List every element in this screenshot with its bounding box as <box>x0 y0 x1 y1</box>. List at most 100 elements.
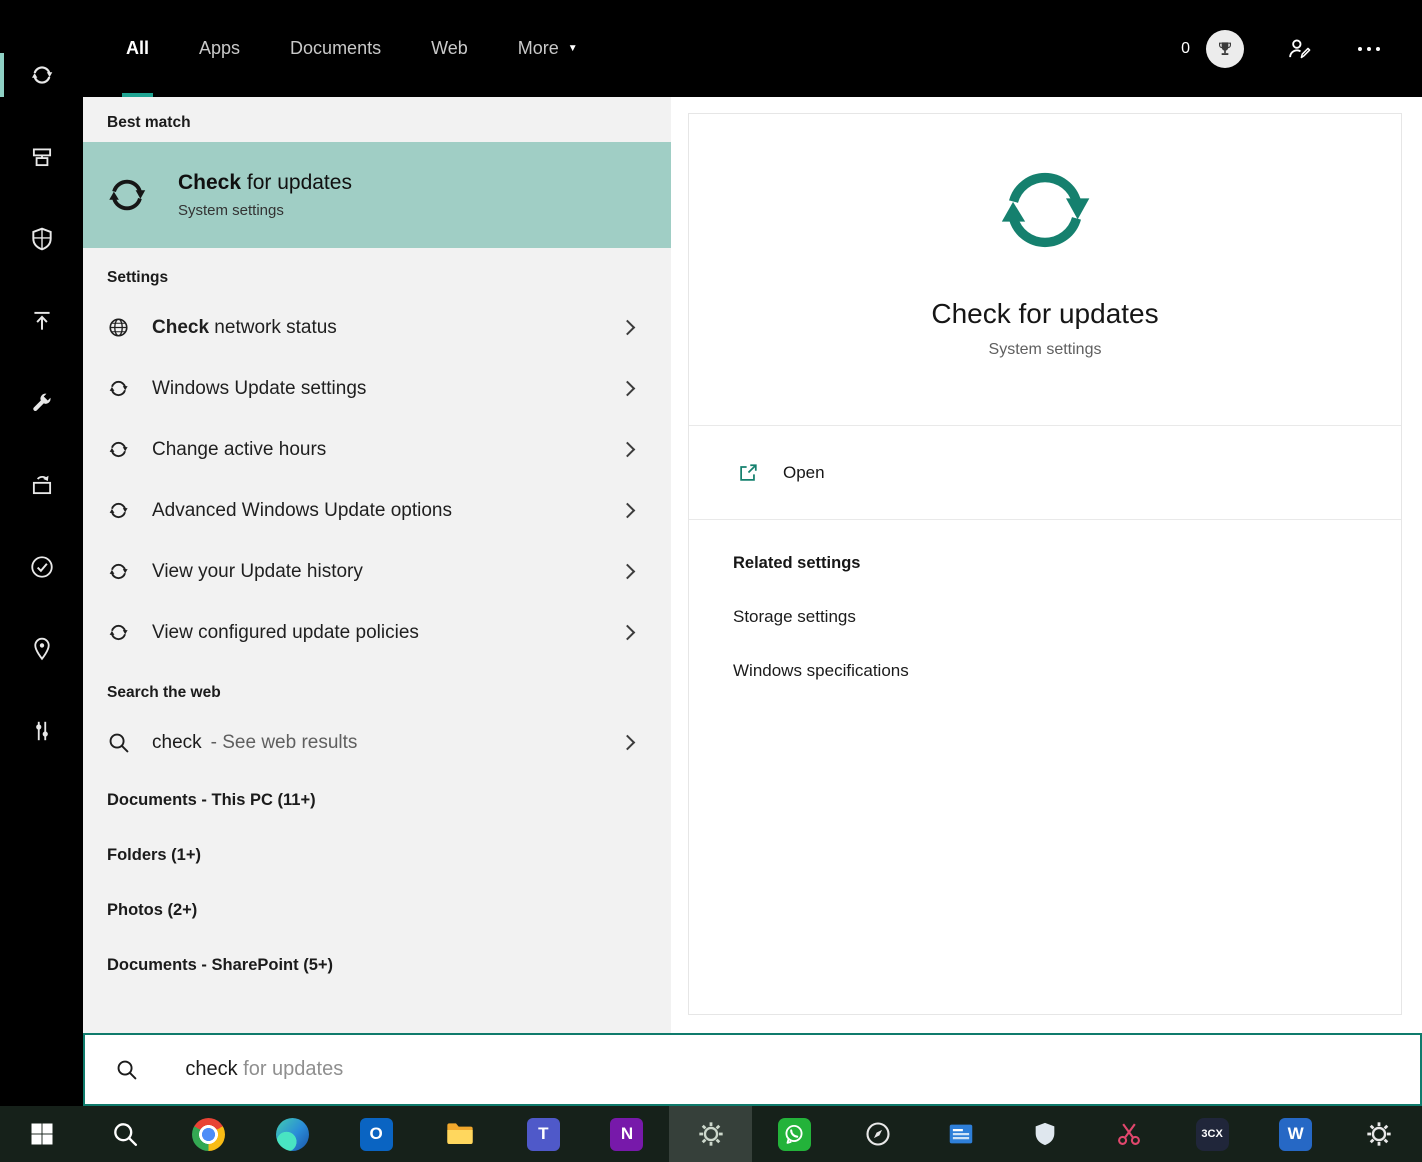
search-input[interactable]: check for updates <box>152 1035 343 1104</box>
taskbar-start-button[interactable] <box>0 1106 84 1162</box>
best-match-title: Check for updates <box>178 171 352 195</box>
sidebar-item-activation[interactable] <box>0 526 83 608</box>
preview-title: Check for updates <box>931 298 1158 330</box>
delivery-optimization-icon <box>29 144 55 170</box>
activation-check-icon <box>29 554 55 580</box>
find-my-device-pin-icon <box>29 636 55 662</box>
best-match-result[interactable]: Check for updates System settings <box>83 142 671 248</box>
taskbar-word[interactable]: W <box>1254 1106 1338 1162</box>
file-explorer-folder-icon <box>444 1118 476 1150</box>
feedback-button[interactable] <box>1286 36 1312 62</box>
taskbar-settings[interactable] <box>669 1106 753 1162</box>
link-storage-settings[interactable]: Storage settings <box>733 607 856 627</box>
whatsapp-icon <box>778 1118 811 1151</box>
settings-section-header: Settings <box>83 248 671 297</box>
best-match-subtitle: System settings <box>178 202 352 219</box>
tab-all-label: All <box>126 38 149 59</box>
sync-icon <box>107 560 130 583</box>
open-action[interactable]: Open <box>689 426 1401 519</box>
best-match-header: Best match <box>83 97 671 142</box>
taskbar-edge[interactable] <box>251 1106 335 1162</box>
category-photos[interactable]: Photos (2+) <box>83 883 671 938</box>
search-box[interactable]: check for updates <box>83 1033 1422 1106</box>
taskbar-onenote[interactable]: N <box>585 1106 669 1162</box>
taskbar: O T N 3CX W <box>0 1106 1422 1162</box>
taskbar-outlook[interactable]: O <box>334 1106 418 1162</box>
defender-shield-icon <box>1031 1120 1059 1148</box>
filter-tabs: All Apps Documents Web More ▼ <box>83 0 624 97</box>
category-documents-this-pc[interactable]: Documents - This PC (11+) <box>83 773 671 828</box>
chevron-right-icon[interactable] <box>620 442 636 458</box>
outlook-icon: O <box>360 1118 393 1151</box>
chevron-right-icon[interactable] <box>620 320 636 336</box>
preview-card: Check for updates System settings Open R… <box>688 113 1402 1015</box>
chevron-right-icon[interactable] <box>620 735 636 751</box>
recovery-icon <box>29 472 55 498</box>
sidebar-item-windows-security[interactable] <box>0 198 83 280</box>
trophy-icon <box>1215 39 1235 59</box>
sidebar-item-find-my-device[interactable] <box>0 608 83 690</box>
tab-more[interactable]: More ▼ <box>514 0 582 97</box>
search-typed-text: check <box>185 1058 237 1080</box>
web-search-result[interactable]: check- See web results <box>83 712 671 773</box>
rewards-button[interactable] <box>1206 30 1244 68</box>
result-advanced-windows-update-options[interactable]: Advanced Windows Update options <box>83 480 671 541</box>
more-options-button[interactable] <box>1358 47 1380 51</box>
preview-panel: Check for updates System settings Open R… <box>671 97 1422 1033</box>
sidebar-item-recovery[interactable] <box>0 444 83 526</box>
topbar-actions: 0 <box>1181 0 1422 97</box>
sidebar-item-troubleshoot[interactable] <box>0 362 83 444</box>
tab-all[interactable]: All <box>122 0 153 97</box>
sidebar-item-for-developers[interactable] <box>0 690 83 772</box>
taskbar-search-button[interactable] <box>84 1106 168 1162</box>
taskbar-defender[interactable] <box>1003 1106 1087 1162</box>
sidebar-item-backup[interactable] <box>0 280 83 362</box>
result-change-active-hours[interactable]: Change active hours <box>83 419 671 480</box>
tab-documents-label: Documents <box>290 38 381 59</box>
backup-icon <box>29 308 55 334</box>
chevron-right-icon[interactable] <box>620 625 636 641</box>
search-flyout: All Apps Documents Web More ▼ 0 Best ma <box>83 0 1422 1106</box>
category-folders[interactable]: Folders (1+) <box>83 828 671 883</box>
chevron-right-icon[interactable] <box>620 503 636 519</box>
result-windows-update-settings[interactable]: Windows Update settings <box>83 358 671 419</box>
result-view-update-history[interactable]: View your Update history <box>83 541 671 602</box>
chrome-icon <box>192 1118 225 1151</box>
result-check-network-status[interactable]: Check network status <box>83 297 671 358</box>
troubleshoot-wrench-icon <box>29 390 55 416</box>
scissors-icon <box>1115 1120 1143 1148</box>
tab-apps[interactable]: Apps <box>195 0 244 97</box>
tab-documents[interactable]: Documents <box>286 0 385 97</box>
tab-apps-label: Apps <box>199 38 240 59</box>
category-documents-sharepoint[interactable]: Documents - SharePoint (5+) <box>83 938 671 993</box>
sync-icon <box>989 154 1101 266</box>
chevron-down-icon: ▼ <box>568 43 578 54</box>
feedback-person-icon <box>1286 36 1312 62</box>
for-developers-sliders-icon <box>29 718 55 744</box>
windows-logo-icon <box>28 1120 56 1148</box>
open-label: Open <box>783 463 825 483</box>
related-settings-header: Related settings <box>733 554 1401 573</box>
taskbar-compass-app[interactable] <box>836 1106 920 1162</box>
taskbar-file-explorer[interactable] <box>418 1106 502 1162</box>
taskbar-whatsapp[interactable] <box>752 1106 836 1162</box>
chevron-right-icon[interactable] <box>620 381 636 397</box>
taskbar-snipping-tool[interactable] <box>1087 1106 1171 1162</box>
sidebar-item-delivery-optimization[interactable] <box>0 116 83 198</box>
taskbar-settings-gear[interactable] <box>1338 1106 1422 1162</box>
taskbar-3cx[interactable]: 3CX <box>1170 1106 1254 1162</box>
3cx-icon: 3CX <box>1196 1118 1229 1151</box>
taskbar-chrome[interactable] <box>167 1106 251 1162</box>
taskbar-teams[interactable]: T <box>502 1106 586 1162</box>
sidebar-item-windows-update[interactable] <box>0 34 83 116</box>
link-windows-specifications[interactable]: Windows specifications <box>733 661 909 681</box>
result-view-configured-update-policies[interactable]: View configured update policies <box>83 602 671 663</box>
chevron-right-icon[interactable] <box>620 564 636 580</box>
preview-hero: Check for updates System settings <box>689 114 1401 425</box>
taskbar-card-app[interactable] <box>920 1106 1004 1162</box>
settings-gear-icon <box>697 1120 725 1148</box>
tab-more-label: More <box>518 38 559 59</box>
active-indicator <box>0 53 4 97</box>
tab-web[interactable]: Web <box>427 0 472 97</box>
search-icon <box>111 1120 139 1148</box>
